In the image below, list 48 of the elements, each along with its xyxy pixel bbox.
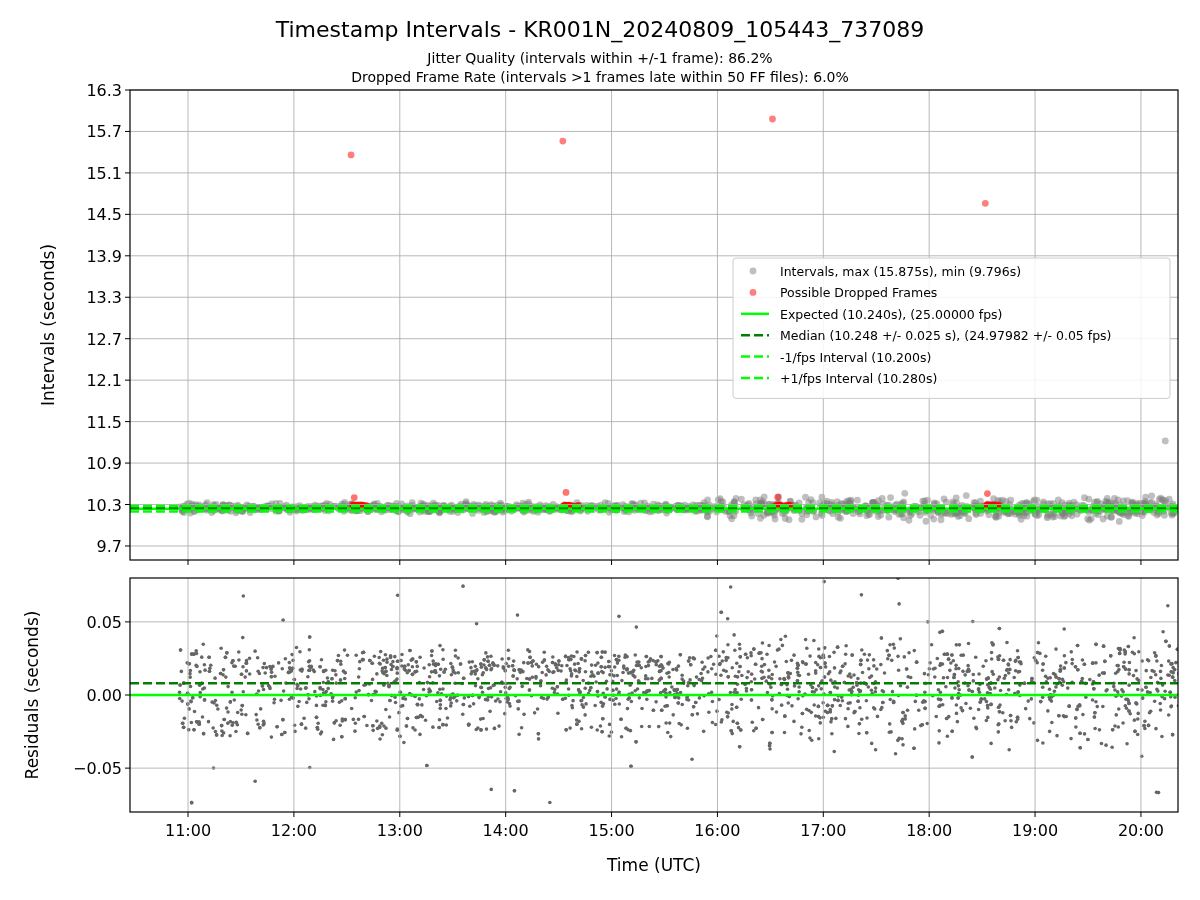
legend-label: Possible Dropped Frames [780, 285, 938, 301]
tick-label: 19:00 [1012, 821, 1059, 840]
data-point [1161, 437, 1169, 445]
data-point [347, 151, 355, 159]
tick-label: 11:00 [164, 821, 212, 840]
tick-label: 11.5 [86, 412, 122, 432]
tick-label: 14.5 [86, 205, 122, 225]
legend-line-icon [741, 376, 769, 380]
tick-label: 13.3 [86, 288, 122, 308]
axis-label: Intervals (seconds) [38, 243, 58, 407]
tick-label: 17:00 [800, 821, 847, 840]
legend-label: -1/fps Interval (10.200s) [780, 349, 932, 365]
tick-label: 15.1 [86, 163, 122, 183]
tick-label: 10.3 [86, 495, 122, 515]
chart-subtitle: Jitter Quality (intervals within +/-1 frame): 86.2% [427, 50, 773, 66]
chart-subtitle: Dropped Frame Rate (intervals >1 frames late within 50 FF files): 6.0% [351, 69, 849, 85]
chart-title: Timestamp Intervals - KR001N_20240809_105443_737089 [275, 17, 925, 42]
tick-label: −0.05 [72, 759, 122, 779]
legend-marker-icon [749, 267, 757, 275]
tick-label: 10.9 [86, 454, 122, 474]
tick-label: 13.9 [86, 246, 122, 266]
legend-label: +1/fps Interval (10.280s) [780, 371, 938, 386]
legend-label: Median (10.248 +/- 0.025 s), (24.97982 +/- 0.05 fps) [780, 328, 1112, 344]
tick-label: 12:00 [270, 821, 317, 840]
axis-label: Residuals (seconds) [22, 610, 42, 780]
tick-label: 18:00 [906, 821, 953, 840]
data-point [981, 199, 989, 207]
data-point [559, 137, 567, 145]
legend-line-icon [741, 355, 769, 358]
tick-label: 15:00 [588, 821, 635, 840]
legend-marker-icon [749, 289, 757, 296]
tick-label: 14:00 [482, 821, 529, 840]
tick-label: 9.7 [96, 537, 122, 556]
tick-label: 0.05 [86, 612, 122, 632]
tick-label: 13:00 [376, 821, 423, 840]
legend-label: Expected (10.240s), (25.00000 fps) [780, 306, 1003, 322]
legend-line-icon [741, 333, 769, 337]
tick-label: 12.1 [86, 371, 122, 391]
axis-label: Time (UTC) [607, 855, 701, 875]
legend-line-icon [741, 312, 769, 316]
legend-label: Intervals, max (15.875s), min (9.796s) [780, 264, 1022, 279]
tick-label: 20:00 [1117, 821, 1164, 840]
tick-label: 16.3 [86, 81, 122, 100]
data-point [769, 115, 776, 123]
tick-label: 16:00 [694, 821, 741, 840]
tick-label: 15.7 [86, 122, 122, 142]
tick-label: 12.7 [86, 329, 122, 349]
tick-label: 0.00 [86, 686, 122, 705]
